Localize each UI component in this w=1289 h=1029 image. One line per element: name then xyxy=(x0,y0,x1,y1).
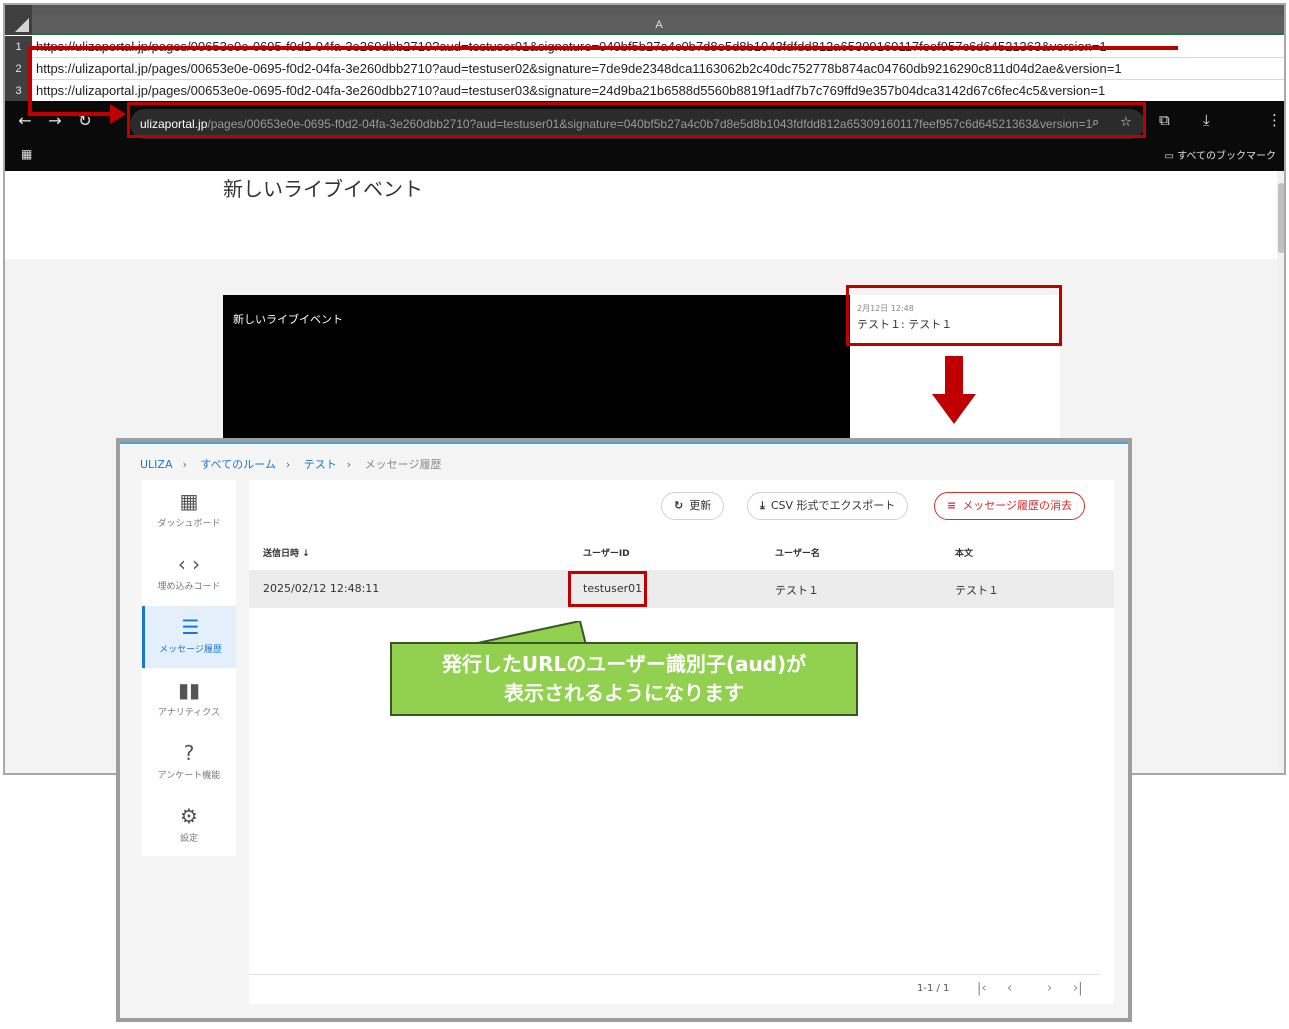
down-arrow-icon xyxy=(932,356,976,428)
column-header-body: 本文 xyxy=(955,549,974,559)
download-icon[interactable]: ⤓ xyxy=(1203,111,1210,129)
address-bar-highlight xyxy=(127,102,1146,138)
column-header-a[interactable]: A xyxy=(32,15,1284,35)
breadcrumb: ULIZA › すべてのルーム › テスト › メッセージ履歴 xyxy=(140,456,447,472)
clear-history-button[interactable]: ≡ メッセージ履歴の消去 xyxy=(934,492,1085,520)
chevron-right-icon: › xyxy=(346,458,352,471)
sidebar-item-label: ダッシュボード xyxy=(157,519,221,529)
sheet-row-3[interactable]: 3 https://ulizaportal.jp/pages/00653e0e-… xyxy=(5,80,1284,102)
pagination-range: 1-1 / 1 xyxy=(917,983,950,994)
column-header-sent-at[interactable]: 送信日時 ↓ xyxy=(263,546,310,559)
top-accent-line xyxy=(120,442,1128,444)
column-header-user-id: ユーザーID xyxy=(583,549,630,559)
sidebar-item-dashboard[interactable]: ▦ ダッシュボード xyxy=(142,480,236,542)
url-cell[interactable]: https://ulizaportal.jp/pages/00653e0e-06… xyxy=(36,58,1122,80)
callout-line-1: 発行したURLのユーザー識別子(aud)が xyxy=(441,652,807,676)
sidebar-item-label: アンケート機能 xyxy=(157,771,221,781)
question-icon: ? xyxy=(183,741,195,765)
cell-body: テスト１ xyxy=(955,584,999,597)
all-bookmarks-link[interactable]: ▭ すべてのブックマーク xyxy=(1164,147,1276,162)
page-title: 新しいライブイベント xyxy=(223,177,423,201)
dashboard-icon: ▦ xyxy=(179,489,199,513)
sidebar-item-label: アナリティクス xyxy=(157,708,220,718)
select-all-corner[interactable] xyxy=(5,5,32,35)
annotated-screenshot: A 1 https://ulizaportal.jp/pages/00653e0… xyxy=(0,0,1289,1029)
connector-line-vertical xyxy=(28,46,32,116)
url-cell[interactable]: https://ulizaportal.jp/pages/00653e0e-06… xyxy=(36,80,1105,102)
sort-down-icon: ↓ xyxy=(299,549,310,559)
breadcrumb-uliza[interactable]: ULIZA xyxy=(140,458,172,471)
clear-label: メッセージ履歴の消去 xyxy=(962,499,1072,512)
sidebar-item-analytics[interactable]: ▮▮ アナリティクス xyxy=(142,669,236,731)
refresh-button[interactable]: ↻ 更新 xyxy=(661,492,725,520)
message-icon: ☰ xyxy=(181,615,200,639)
code-icon: ‹ › xyxy=(177,552,201,576)
sidebar-item-label: メッセージ履歴 xyxy=(159,645,222,655)
breadcrumb-test[interactable]: テスト xyxy=(304,458,337,471)
apps-grid-icon[interactable]: ▦ xyxy=(21,147,32,161)
csv-export-button[interactable]: ⤓ CSV 形式でエクスポート xyxy=(747,492,909,520)
page-scrollbar[interactable] xyxy=(1277,171,1284,773)
page-header-area: 新しいライブイベント xyxy=(5,171,1277,259)
refresh-icon: ↻ xyxy=(674,499,684,512)
cell-user-name: テスト１ xyxy=(775,584,819,597)
callout-text: 発行したURLのユーザー識別子(aud)が 表示されるようになります xyxy=(392,650,856,708)
chevron-right-icon: › xyxy=(182,458,187,471)
chevron-right-icon: › xyxy=(285,458,291,471)
admin-screenshot: ULIZA › すべてのルーム › テスト › メッセージ履歴 ▦ ダッシュボード ‹… xyxy=(116,438,1132,1022)
column-header-user-name: ユーザー名 xyxy=(775,549,820,559)
sidebar-item-label: 埋め込みコード xyxy=(157,582,221,592)
user-id-highlight xyxy=(568,571,647,607)
clear-list-icon: ≡ xyxy=(947,499,957,512)
callout-line-2: 表示されるようになります xyxy=(504,681,744,705)
sidebar-item-settings[interactable]: ⚙ 設定 xyxy=(142,795,236,857)
extensions-icon[interactable]: ⧉ xyxy=(1159,111,1170,129)
sidebar: ▦ ダッシュボード ‹ › 埋め込みコード ☰ メッセージ履歴 ▮▮ アナリティ… xyxy=(142,480,236,856)
gear-icon: ⚙ xyxy=(180,804,198,828)
more-menu-icon[interactable]: ⋮ xyxy=(1267,111,1282,129)
last-page-icon[interactable]: ›| xyxy=(1073,981,1083,996)
export-label: CSV 形式でエクスポート xyxy=(770,499,896,512)
sidebar-item-survey[interactable]: ? アンケート機能 xyxy=(142,732,236,794)
explanation-callout: 発行したURLのユーザー識別子(aud)が 表示されるようになります xyxy=(390,642,858,716)
sidebar-item-embed-code[interactable]: ‹ › 埋め込みコード xyxy=(142,543,236,605)
connector-line-top xyxy=(28,46,1178,50)
download-icon: ⤓ xyxy=(760,499,765,512)
first-page-icon[interactable]: |‹ xyxy=(977,981,987,996)
breadcrumb-current: メッセージ履歴 xyxy=(364,458,442,471)
table-footer-divider xyxy=(249,974,1100,975)
refresh-label: 更新 xyxy=(689,499,712,512)
prev-page-icon[interactable]: ‹ xyxy=(1007,981,1012,996)
chat-message-highlight xyxy=(846,285,1062,346)
breadcrumb-all-rooms[interactable]: すべてのルーム xyxy=(200,458,275,471)
bookmarks-label: すべてのブックマーク xyxy=(1177,151,1276,162)
spreadsheet-header: A xyxy=(5,5,1284,35)
video-title: 新しいライブイベント xyxy=(233,313,343,326)
connector-arrow-head xyxy=(110,104,126,124)
video-player[interactable]: 新しいライブイベント xyxy=(223,295,850,445)
sidebar-item-label: 設定 xyxy=(179,834,198,844)
folder-icon: ▭ xyxy=(1164,151,1178,162)
sidebar-item-message-history[interactable]: ☰ メッセージ履歴 xyxy=(142,606,236,668)
sheet-row-2[interactable]: 2 https://ulizaportal.jp/pages/00653e0e-… xyxy=(5,58,1284,80)
scroll-thumb[interactable] xyxy=(1278,183,1284,253)
next-page-icon[interactable]: › xyxy=(1047,981,1052,996)
message-history-panel: ↻ 更新 ⤓ CSV 形式でエクスポート ≡ メッセージ履歴の消去 送信日時 ↓ ユー… xyxy=(249,480,1114,1004)
connector-line-bottom xyxy=(28,112,114,116)
cell-sent-at: 2025/02/12 12:48:11 xyxy=(263,582,380,595)
table-row[interactable]: 2025/02/12 12:48:11 testuser01 テスト１ テスト１ xyxy=(249,570,1114,608)
header-label: 送信日時 xyxy=(263,549,300,559)
analytics-icon: ▮▮ xyxy=(177,678,200,702)
